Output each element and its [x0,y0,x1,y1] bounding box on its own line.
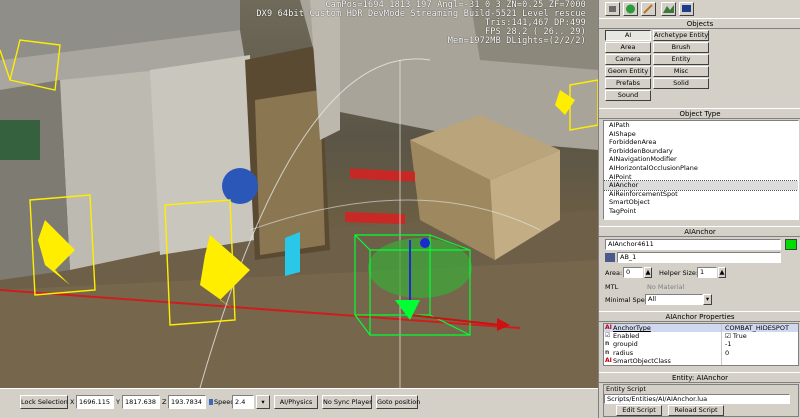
property-value[interactable]: COMBAT_HIDESPOT [722,324,789,332]
x-label: X [70,398,75,406]
property-key: groupid [613,340,638,349]
reload-script-button[interactable]: Reload Script [668,405,724,416]
scene-render [0,0,598,388]
property-value[interactable]: -1 [722,340,731,348]
category-archetype-entity-button[interactable]: Archetype Entity [653,30,709,41]
chevron-down-icon[interactable]: ▾ [703,294,712,305]
pane-title: Object Type [599,108,800,119]
z-label: Z [162,398,167,406]
category-sound-button[interactable]: Sound [605,90,651,101]
panel-toolbar [599,0,800,18]
entity-script-label: Entity Script [606,385,646,393]
category-camera-button[interactable]: Camera [605,54,651,65]
objects-pane: Objects AI Archetype Entity Area Brush C… [599,18,800,102]
property-key: SmartObjectClass [613,356,671,365]
ai-physics-button[interactable]: AI/Physics [274,395,318,409]
category-entity-button[interactable]: Entity [653,54,709,65]
category-misc-button[interactable]: Misc [653,66,709,77]
list-item[interactable]: AIPoint [604,173,798,182]
property-value-text: True [732,332,747,341]
property-row[interactable]: ☑ Enabled ☑ True [604,332,798,341]
area-input[interactable]: 0 [623,267,643,278]
area-label: Area: [605,269,623,277]
brush-icon[interactable] [641,2,656,16]
minimal-spec-select[interactable]: All [645,294,703,305]
list-item[interactable]: ForbiddenBoundary [604,147,798,156]
edit-script-button[interactable]: Edit Script [616,405,662,416]
list-item-selected[interactable]: AIAnchor [604,180,798,191]
y-coordinate-input[interactable]: 1817.638 [122,395,160,409]
property-grid[interactable]: AI AnchorType COMBAT_HIDESPOT ☑ Enabled ☑ … [603,323,799,366]
list-item[interactable]: TagPoint [604,207,798,216]
pane-title: Objects [599,18,800,29]
list-item[interactable]: AIHorizontalOcclusionPlane [604,164,798,173]
no-sync-player-button[interactable]: No Sync Player [322,395,372,409]
aianchor-pane: AIAnchor AIAnchor4611 AB_1 Area: 0 ▲ Hel… [599,226,800,310]
lock-selection-button[interactable]: Lock Selection [20,395,68,409]
status-bar: Lock Selection X 1696.115 Y 1817.638 Z 1… [0,388,598,418]
speed-dropdown-button[interactable]: ▾ [256,395,270,409]
globe-icon[interactable] [623,2,638,16]
property-row[interactable]: AI AnchorType COMBAT_HIDESPOT [604,324,798,333]
helper-size-label: Helper Size: [659,269,699,277]
list-item[interactable]: AIReinforcementSpot [604,190,798,199]
category-area-button[interactable]: Area [605,42,651,53]
properties-pane: AIAnchor Properties AI AnchorType COMBAT_… [599,311,800,367]
helper-size-input[interactable]: 1 [697,267,717,278]
category-ai-button[interactable]: AI [605,30,651,41]
speed-input[interactable]: 2.4 [232,395,254,409]
list-item[interactable]: AIPath [604,121,798,130]
layer-icon [605,253,615,262]
script-path-field[interactable]: Scripts/Entities/AI/AIAnchor.lua [604,394,790,404]
property-value[interactable]: ☑ True [722,332,747,340]
rollup-panel: Objects AI Archetype Entity Area Brush C… [598,0,800,418]
category-solid-button[interactable]: Solid [653,78,709,89]
property-key: AnchorType [613,324,651,332]
minimal-spec-label: Minimal Spec: [605,296,651,304]
number-icon: n [605,340,610,348]
helper-size-spinner[interactable]: ▲ [718,267,726,278]
object-type-pane: Object Type AIPath AIShape ForbiddenArea… [599,108,800,220]
object-icon[interactable] [605,2,620,16]
display-icon[interactable] [679,2,694,16]
hud-line: Mem=1972MB DLights=(2/2/2) [447,36,586,46]
terrain-icon[interactable] [661,2,676,16]
list-item[interactable]: AIShape [604,130,798,139]
list-item[interactable]: ForbiddenArea [604,138,798,147]
area-spinner[interactable]: ▲ [644,267,652,278]
object-name-field[interactable]: AIAnchor4611 [605,239,781,250]
list-item[interactable]: AINavigationModifier [604,155,798,164]
object-color-swatch[interactable] [785,239,797,250]
editor-window: CamPos=1694 1813 197 Angl=-31 0 3 ZN=0.2… [0,0,800,418]
property-row[interactable]: n groupid -1 [604,340,798,349]
ai-icon: AI [605,356,612,364]
z-coordinate-input[interactable]: 193.7834 [168,395,206,409]
category-geom-entity-button[interactable]: Geom Entity [605,66,651,77]
property-key: radius [613,348,634,357]
object-type-list[interactable]: AIPath AIShape ForbiddenArea ForbiddenBo… [603,120,799,220]
entity-pane: Entity: AIAnchor Entity Script Scripts/E… [599,372,800,418]
property-value[interactable] [722,357,725,365]
property-key: Enabled [613,332,640,341]
ai-icon: AI [605,324,612,331]
category-prefabs-button[interactable]: Prefabs [605,78,651,89]
list-item[interactable]: SmartObject [604,198,798,207]
pane-title: Entity: AIAnchor [599,372,800,383]
property-row[interactable]: AI SmartObjectClass [604,356,798,365]
pane-title: AIAnchor Properties [599,311,800,322]
property-value[interactable]: 0 [722,349,729,357]
3d-viewport[interactable]: CamPos=1694 1813 197 Angl=-31 0 3 ZN=0.2… [0,0,598,388]
number-icon: n [605,348,610,356]
property-row[interactable]: n radius 0 [604,348,798,357]
layer-field[interactable]: AB_1 [617,252,781,263]
checkbox-icon: ☑ [605,332,611,340]
y-label: Y [116,398,120,406]
material-value: No Material [647,283,685,291]
goto-position-button[interactable]: Goto position [376,395,420,409]
pane-title: AIAnchor [599,226,800,237]
x-coordinate-input[interactable]: 1696.115 [76,395,114,409]
mtl-label: MTL [605,283,619,291]
category-brush-button[interactable]: Brush [653,42,709,53]
entity-script-group: Entity Script Scripts/Entities/AI/AIAnch… [603,384,799,417]
